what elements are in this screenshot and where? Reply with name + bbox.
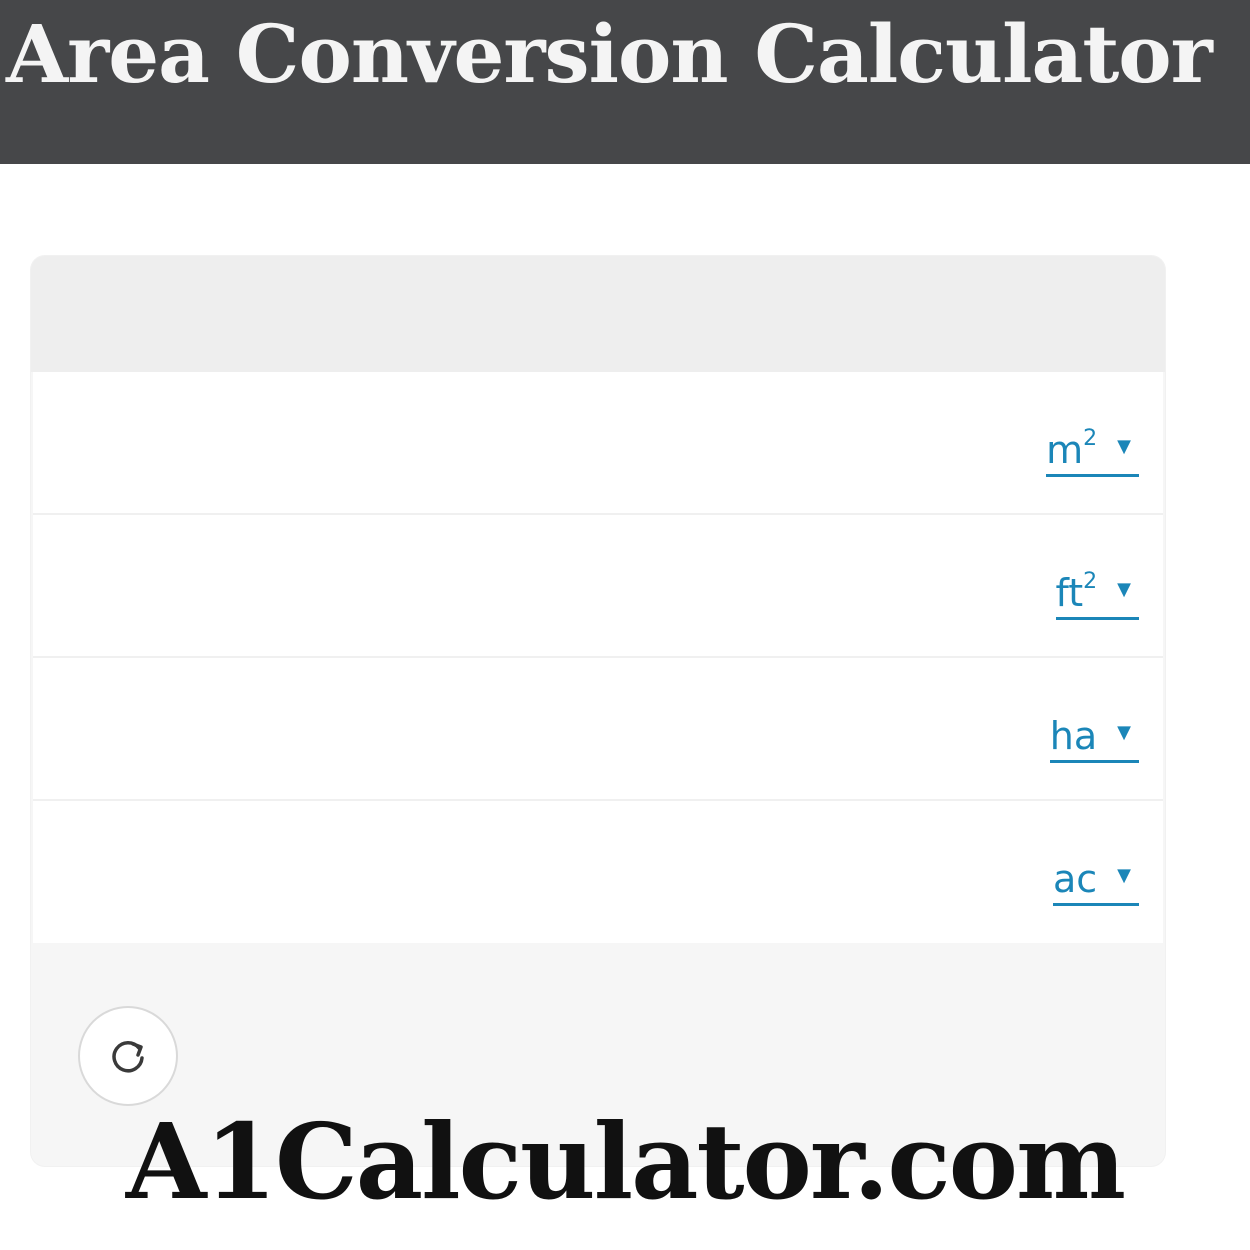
refresh-icon bbox=[112, 1040, 144, 1073]
unit-label-ha: ha bbox=[1049, 714, 1098, 758]
unit-select-m2[interactable]: m2 ▼ bbox=[1046, 416, 1139, 477]
value-input-ac[interactable] bbox=[41, 831, 925, 913]
unit-label-ac: ac bbox=[1052, 857, 1098, 901]
value-input-ft2[interactable] bbox=[41, 545, 925, 627]
converter-row-ft2: ft2 ▼ bbox=[33, 515, 1163, 658]
site-watermark: A1Calculator.com bbox=[125, 1100, 1126, 1223]
converter-card: m2 ▼ ft2 ▼ ha ▼ ac ▼ bbox=[31, 256, 1165, 1166]
converter-rows: m2 ▼ ft2 ▼ ha ▼ ac ▼ bbox=[33, 372, 1163, 943]
page-title: Area Conversion Calculator bbox=[6, 7, 1213, 101]
value-input-m2[interactable] bbox=[41, 402, 925, 484]
reset-button[interactable] bbox=[78, 1006, 178, 1106]
unit-label-m2: m2 bbox=[1046, 426, 1098, 473]
converter-row-ac: ac ▼ bbox=[33, 801, 1163, 943]
converter-row-m2: m2 ▼ bbox=[33, 372, 1163, 515]
page-header: Area Conversion Calculator bbox=[0, 0, 1250, 164]
chevron-down-icon: ▼ bbox=[1117, 722, 1131, 743]
converter-row-ha: ha ▼ bbox=[33, 658, 1163, 801]
unit-select-ft2[interactable]: ft2 ▼ bbox=[1055, 559, 1139, 620]
chevron-down-icon: ▼ bbox=[1117, 579, 1131, 600]
unit-select-ac[interactable]: ac ▼ bbox=[1052, 845, 1139, 906]
chevron-down-icon: ▼ bbox=[1117, 865, 1131, 886]
card-header bbox=[31, 256, 1165, 372]
unit-label-ft2: ft2 bbox=[1055, 569, 1098, 616]
unit-select-ha[interactable]: ha ▼ bbox=[1049, 702, 1139, 763]
chevron-down-icon: ▼ bbox=[1117, 436, 1131, 457]
value-input-ha[interactable] bbox=[41, 688, 925, 770]
